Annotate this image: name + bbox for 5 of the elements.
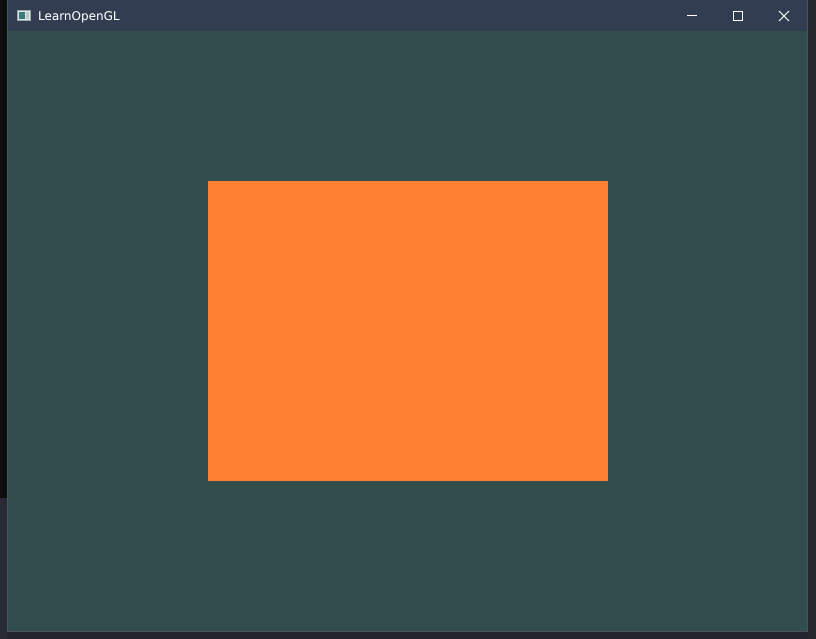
app-icon — [17, 10, 31, 21]
maximize-icon — [732, 10, 744, 22]
minimize-icon — [687, 15, 697, 16]
window-title: LearnOpenGL — [38, 8, 121, 22]
close-icon — [778, 10, 790, 22]
